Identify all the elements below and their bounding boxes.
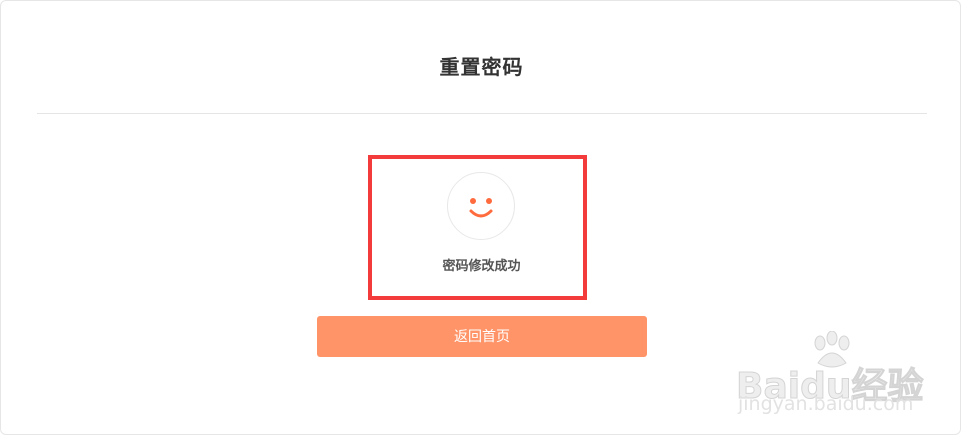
page-title: 重置密码 [439, 55, 524, 79]
reset-password-card: 重置密码 密码修改成功 返回首页 Baidu经验 jingyan.baidu.c… [0, 0, 961, 435]
success-message: 密码修改成功 [442, 259, 521, 274]
back-to-home-button[interactable]: 返回首页 [317, 316, 647, 357]
smiley-face-svg [469, 198, 493, 218]
watermark-url: jingyan.baidu.com [738, 393, 914, 415]
header-divider [37, 113, 927, 114]
baidu-jingyan-watermark: Baidu经验 jingyan.baidu.com [735, 331, 926, 421]
smiley-face-icon [447, 172, 515, 240]
